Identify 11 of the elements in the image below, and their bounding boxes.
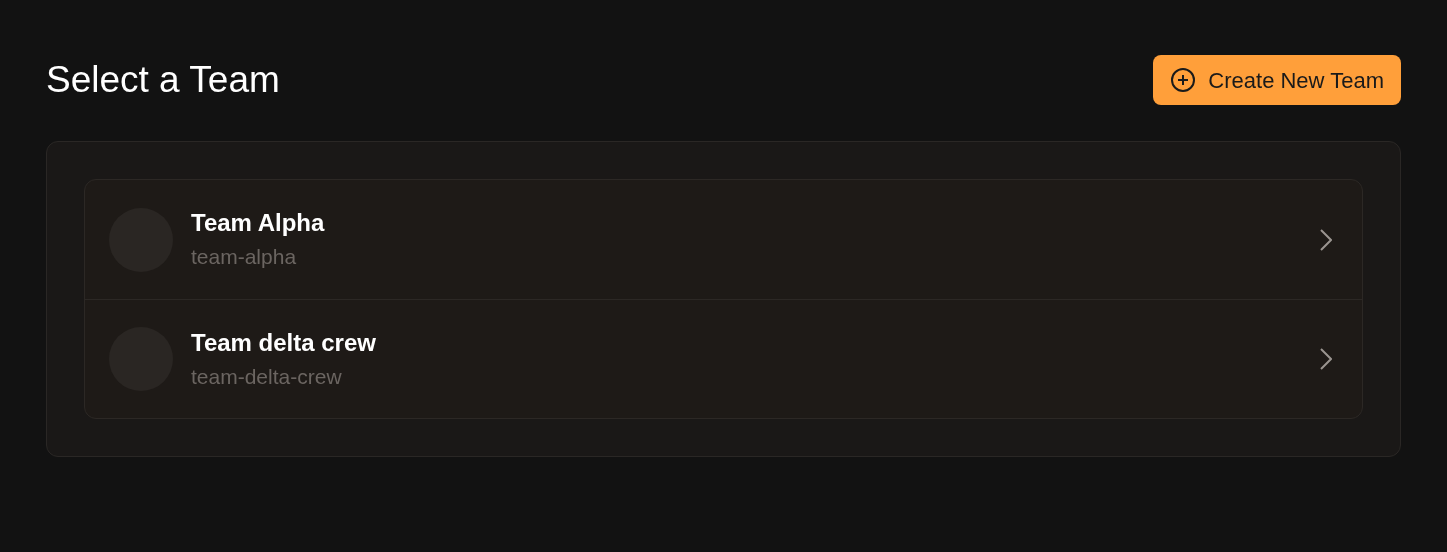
team-row[interactable]: Team delta crew team-delta-crew [85,299,1362,418]
team-row[interactable]: Team Alpha team-alpha [85,180,1362,299]
add-icon [1170,67,1197,93]
chevron-right-icon [1320,228,1332,251]
team-name: Team Alpha [191,208,326,239]
page-title: Select a Team [46,58,280,103]
team-slug: team-delta-crew [191,363,343,390]
team-slug: team-alpha [191,244,298,271]
chevron-right-icon [1320,348,1332,370]
create-team-button[interactable]: Create New Team [1153,55,1401,105]
team-name: Team delta crew [191,327,377,358]
